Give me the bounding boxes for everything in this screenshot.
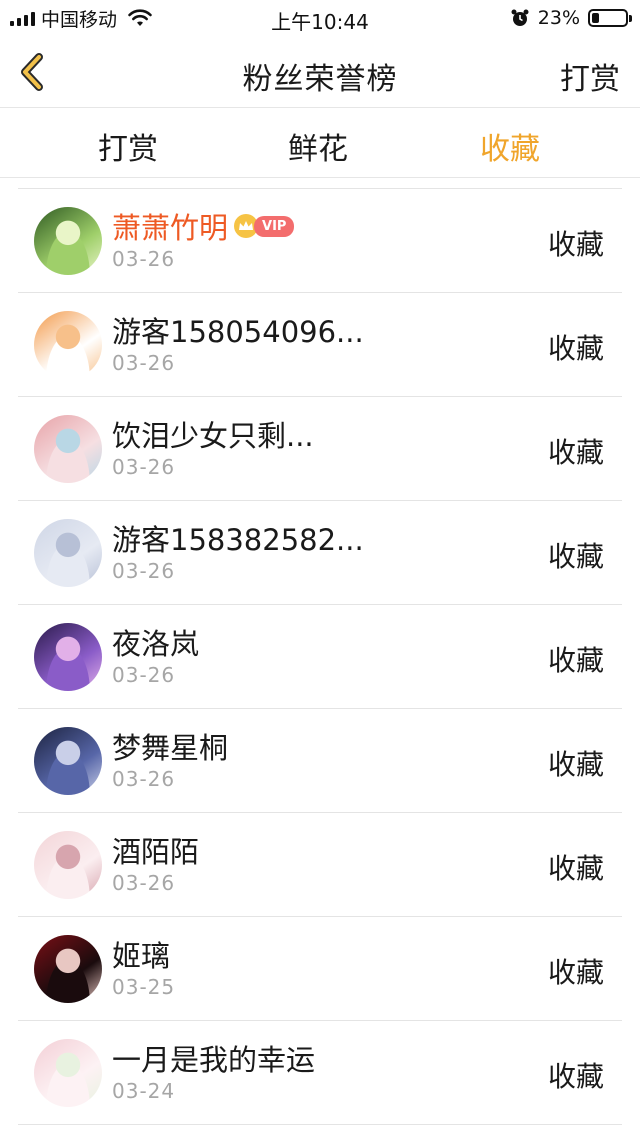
avatar[interactable] xyxy=(34,831,102,899)
favorite-label: 收藏 xyxy=(547,540,604,573)
avatar[interactable] xyxy=(34,1039,102,1107)
avatar[interactable] xyxy=(34,207,102,275)
name-line: 姬璃 xyxy=(112,933,170,975)
list-item[interactable]: 游客158382582... 03-26 收藏 xyxy=(18,501,622,605)
battery-fill xyxy=(592,13,600,23)
reward-button[interactable]: 打赏 xyxy=(560,54,620,98)
battery-percent: 23% xyxy=(537,7,580,29)
fan-name: 萧萧竹明 xyxy=(112,211,229,245)
fan-list: 萧萧竹明 VIP 03-26 收藏 游客158054096... 03-26 收藏 饮泪少女只… xyxy=(18,188,622,1125)
favorite-label: 收藏 xyxy=(547,1060,604,1093)
tab-reward[interactable]: 打赏 xyxy=(98,124,158,168)
fan-date: 03-25 xyxy=(112,975,176,999)
name-line: 夜洛岚 xyxy=(112,621,199,663)
favorite-label: 收藏 xyxy=(547,748,604,781)
name-line: 梦舞星桐 xyxy=(112,725,228,767)
favorite-label: 收藏 xyxy=(547,644,604,677)
list-item[interactable]: 夜洛岚 03-26 收藏 xyxy=(18,605,622,709)
avatar[interactable] xyxy=(34,935,102,1003)
list-item[interactable]: 萧萧竹明 VIP 03-26 收藏 xyxy=(18,189,622,293)
fan-name: 梦舞星桐 xyxy=(112,731,229,765)
fan-name: 饮泪少女只剩... xyxy=(112,419,314,453)
avatar[interactable] xyxy=(34,727,102,795)
avatar[interactable] xyxy=(34,623,102,691)
favorite-label: 收藏 xyxy=(547,228,604,261)
avatar[interactable] xyxy=(34,519,102,587)
fan-name: 游客158382582... xyxy=(112,523,364,557)
fan-date: 03-26 xyxy=(112,767,176,791)
name-line: 萧萧竹明 VIP xyxy=(112,205,295,247)
list-item[interactable]: 游客158054096... 03-26 收藏 xyxy=(18,293,622,397)
avatar[interactable] xyxy=(34,311,102,379)
tab-favorites[interactable]: 收藏 xyxy=(480,124,540,168)
fan-name: 姬璃 xyxy=(112,939,171,973)
vip-badge: VIP xyxy=(254,215,295,237)
fan-date: 03-26 xyxy=(112,351,176,375)
fan-date: 03-26 xyxy=(112,871,176,895)
name-line: 游客158382582... xyxy=(112,517,364,559)
favorite-label: 收藏 xyxy=(547,332,604,365)
tab-bar: 打赏 鲜花 收藏 xyxy=(0,108,640,178)
avatar[interactable] xyxy=(34,415,102,483)
name-line: 游客158054096... xyxy=(112,309,364,351)
name-line: 酒陌陌 xyxy=(112,829,199,871)
list-item[interactable]: 酒陌陌 03-26 收藏 xyxy=(18,813,622,917)
fan-date: 03-26 xyxy=(112,247,176,271)
list-item[interactable]: 梦舞星桐 03-26 收藏 xyxy=(18,709,622,813)
status-right: 23% xyxy=(510,6,632,30)
fan-name: 酒陌陌 xyxy=(112,835,200,869)
list-item[interactable]: 姬璃 03-25 收藏 xyxy=(18,917,622,1021)
favorite-label: 收藏 xyxy=(547,852,604,885)
alarm-icon xyxy=(511,9,529,26)
page-title: 粉丝荣誉榜 xyxy=(242,62,398,97)
name-line: 一月是我的幸运 xyxy=(112,1037,315,1079)
list-item[interactable]: 一月是我的幸运 03-24 收藏 xyxy=(18,1021,622,1125)
fan-date: 03-26 xyxy=(112,455,176,479)
battery-icon xyxy=(588,9,632,27)
fan-date: 03-26 xyxy=(112,663,176,687)
fan-name: 游客158054096... xyxy=(112,315,364,349)
fan-date: 03-24 xyxy=(112,1079,176,1103)
name-line: 饮泪少女只剩... xyxy=(112,413,314,455)
fan-name: 一月是我的幸运 xyxy=(112,1043,316,1077)
list-item[interactable]: 饮泪少女只剩... 03-26 收藏 xyxy=(18,397,622,501)
favorite-label: 收藏 xyxy=(547,956,604,989)
fan-date: 03-26 xyxy=(112,559,176,583)
tab-flowers[interactable]: 鲜花 xyxy=(288,124,348,168)
fan-name: 夜洛岚 xyxy=(112,627,200,661)
nav-bar: 粉丝荣誉榜 打赏 xyxy=(0,36,640,108)
favorite-label: 收藏 xyxy=(547,436,604,469)
status-bar: 中国移动 上午10:44 23% xyxy=(0,0,640,36)
